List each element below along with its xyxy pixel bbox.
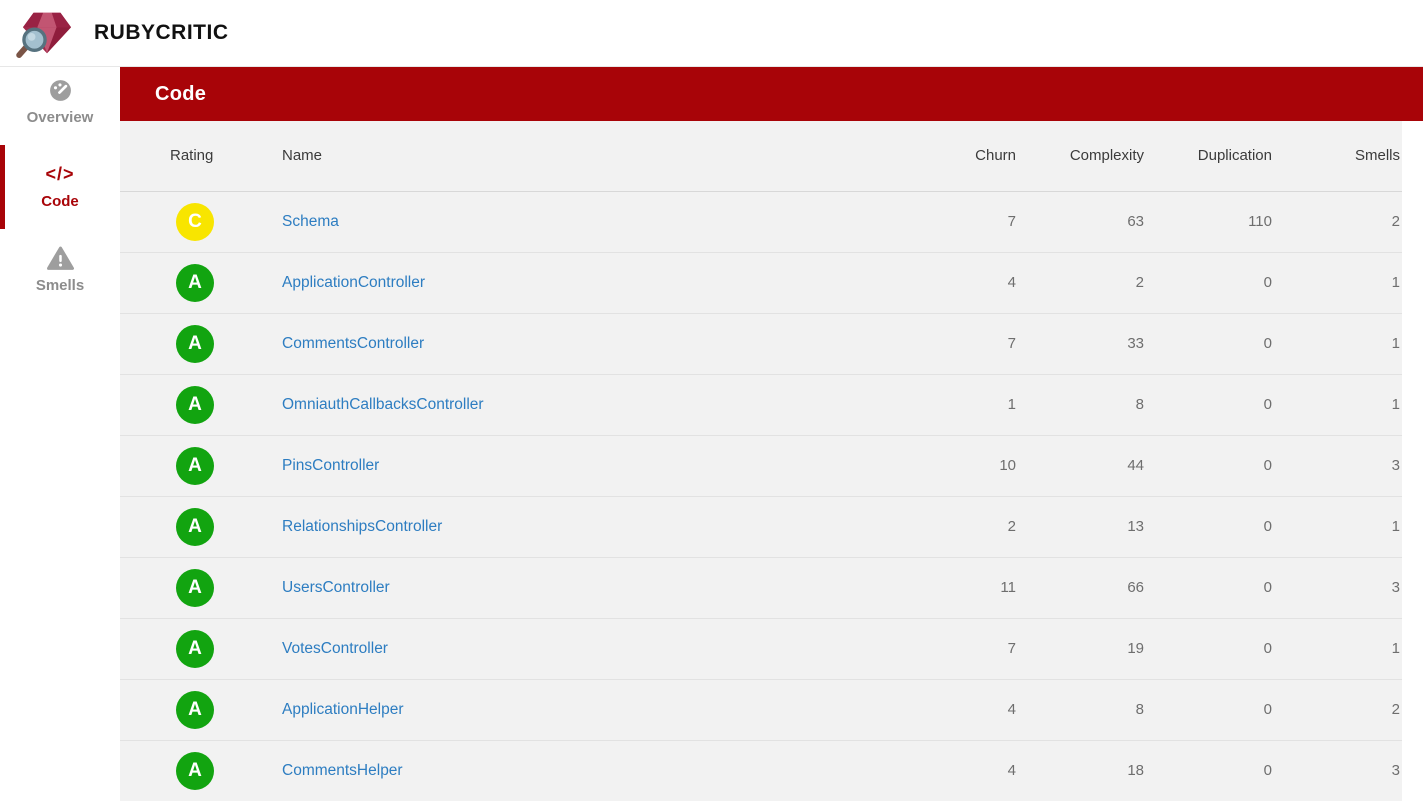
rating-badge: C	[176, 203, 214, 241]
complexity-value: 33	[1018, 313, 1146, 374]
duplication-value: 0	[1146, 374, 1274, 435]
complexity-value: 18	[1018, 740, 1146, 801]
rating-badge: A	[176, 508, 214, 546]
complexity-value: 44	[1018, 435, 1146, 496]
complexity-value: 13	[1018, 496, 1146, 557]
table-row[interactable]: A OmniauthCallbacksController 1 8 0 1	[120, 374, 1402, 435]
class-link[interactable]: Schema	[282, 213, 339, 230]
page-title-bar: Code	[120, 67, 1423, 121]
code-icon: </>	[45, 160, 74, 188]
smells-value: 1	[1274, 313, 1402, 374]
code-table-body: C Schema 7 63 110 2 A ApplicationControl…	[120, 191, 1402, 801]
churn-value: 2	[884, 496, 1018, 557]
complexity-value: 8	[1018, 679, 1146, 740]
smells-value: 3	[1274, 557, 1402, 618]
sidebar-item-label: Code	[41, 193, 79, 210]
churn-value: 4	[884, 679, 1018, 740]
smells-value: 1	[1274, 252, 1402, 313]
content-area: Rating Name Churn Complexity Duplication…	[120, 121, 1423, 801]
class-link[interactable]: VotesController	[282, 640, 388, 657]
rating-badge: A	[176, 630, 214, 668]
sidebar-item-overview[interactable]: Overview	[0, 67, 120, 151]
table-row[interactable]: A UsersController 11 66 0 3	[120, 557, 1402, 618]
class-link[interactable]: PinsController	[282, 457, 379, 474]
complexity-value: 8	[1018, 374, 1146, 435]
class-link[interactable]: CommentsController	[282, 335, 424, 352]
churn-value: 7	[884, 618, 1018, 679]
table-row[interactable]: A ApplicationController 4 2 0 1	[120, 252, 1402, 313]
churn-value: 11	[884, 557, 1018, 618]
sidebar-item-label: Overview	[27, 109, 94, 126]
smells-value: 1	[1274, 496, 1402, 557]
column-header-rating[interactable]: Rating	[120, 121, 281, 191]
class-link[interactable]: ApplicationHelper	[282, 701, 404, 718]
duplication-value: 0	[1146, 618, 1274, 679]
complexity-value: 63	[1018, 191, 1146, 252]
churn-value: 7	[884, 313, 1018, 374]
rating-badge: A	[176, 264, 214, 302]
sidebar: Overview </> Code Smells	[0, 67, 120, 800]
column-header-churn[interactable]: Churn	[884, 121, 1018, 191]
complexity-value: 66	[1018, 557, 1146, 618]
duplication-value: 0	[1146, 252, 1274, 313]
class-link[interactable]: RelationshipsController	[282, 518, 442, 535]
rating-badge: A	[176, 325, 214, 363]
code-table: Rating Name Churn Complexity Duplication…	[120, 121, 1402, 801]
smells-value: 2	[1274, 191, 1402, 252]
churn-value: 7	[884, 191, 1018, 252]
class-link[interactable]: UsersController	[282, 579, 390, 596]
smells-value: 1	[1274, 618, 1402, 679]
smells-value: 3	[1274, 740, 1402, 801]
table-row[interactable]: C Schema 7 63 110 2	[120, 191, 1402, 252]
smells-value: 1	[1274, 374, 1402, 435]
duplication-value: 0	[1146, 740, 1274, 801]
column-header-name[interactable]: Name	[281, 121, 884, 191]
sidebar-item-label: Smells	[36, 277, 84, 294]
churn-value: 10	[884, 435, 1018, 496]
smells-value: 2	[1274, 679, 1402, 740]
class-link[interactable]: CommentsHelper	[282, 762, 403, 779]
duplication-value: 0	[1146, 435, 1274, 496]
complexity-value: 19	[1018, 618, 1146, 679]
gauge-icon	[48, 76, 73, 104]
rating-badge: A	[176, 691, 214, 729]
code-table-header: Rating Name Churn Complexity Duplication…	[120, 121, 1402, 191]
table-row[interactable]: A CommentsHelper 4 18 0 3	[120, 740, 1402, 801]
column-header-duplication[interactable]: Duplication	[1146, 121, 1274, 191]
duplication-value: 0	[1146, 557, 1274, 618]
rating-badge: A	[176, 569, 214, 607]
rubycritic-logo-icon	[14, 6, 80, 60]
app-title: RUBYCRITIC	[94, 21, 229, 45]
main-content: Code Rating Name Churn Complexity Duplic…	[120, 67, 1423, 801]
duplication-value: 110	[1146, 191, 1274, 252]
sidebar-item-code[interactable]: </> Code	[0, 151, 120, 235]
column-header-complexity[interactable]: Complexity	[1018, 121, 1146, 191]
class-link[interactable]: OmniauthCallbacksController	[282, 396, 484, 413]
table-row[interactable]: A CommentsController 7 33 0 1	[120, 313, 1402, 374]
rating-badge: A	[176, 447, 214, 485]
churn-value: 4	[884, 252, 1018, 313]
column-header-smells[interactable]: Smells	[1274, 121, 1402, 191]
smells-value: 3	[1274, 435, 1402, 496]
class-link[interactable]: ApplicationController	[282, 274, 425, 291]
sidebar-item-smells[interactable]: Smells	[0, 235, 120, 319]
top-bar: RUBYCRITIC	[0, 0, 1423, 67]
duplication-value: 0	[1146, 313, 1274, 374]
table-row[interactable]: A PinsController 10 44 0 3	[120, 435, 1402, 496]
warning-icon	[47, 244, 74, 272]
table-row[interactable]: A ApplicationHelper 4 8 0 2	[120, 679, 1402, 740]
complexity-value: 2	[1018, 252, 1146, 313]
page-title: Code	[155, 83, 206, 106]
rating-badge: A	[176, 752, 214, 790]
table-row[interactable]: A VotesController 7 19 0 1	[120, 618, 1402, 679]
rating-badge: A	[176, 386, 214, 424]
duplication-value: 0	[1146, 679, 1274, 740]
table-row[interactable]: A RelationshipsController 2 13 0 1	[120, 496, 1402, 557]
code-table-container: Rating Name Churn Complexity Duplication…	[120, 121, 1402, 801]
duplication-value: 0	[1146, 496, 1274, 557]
churn-value: 4	[884, 740, 1018, 801]
churn-value: 1	[884, 374, 1018, 435]
